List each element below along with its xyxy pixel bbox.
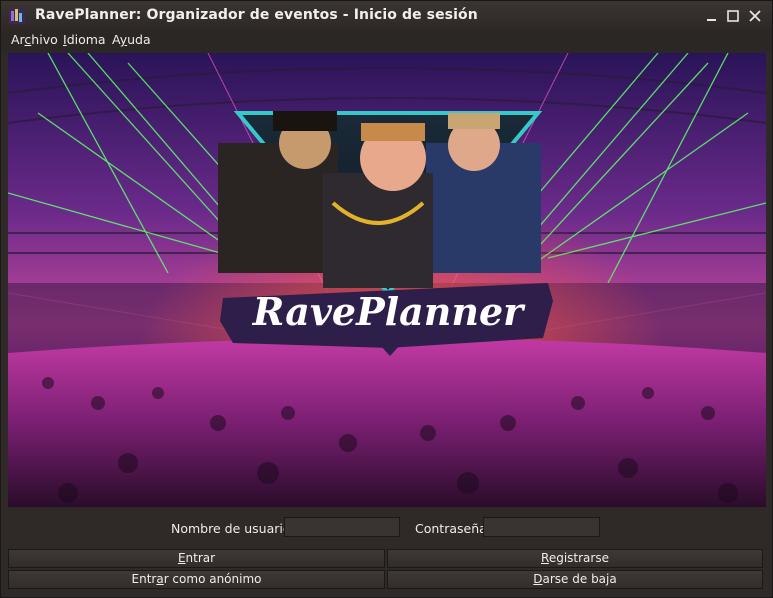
registrarse-button[interactable]: Registrarse — [387, 549, 763, 568]
menu-bar: Archivo Idioma Ayuda — [1, 31, 772, 53]
banner-image: RavePlanner — [8, 53, 766, 507]
banner-logo-text: RavePlanner — [252, 289, 526, 334]
username-input[interactable] — [284, 517, 400, 537]
password-label: Contraseña: — [415, 521, 491, 536]
password-input[interactable] — [483, 517, 600, 537]
login-form: Nombre de usuario: Contraseña: — [1, 515, 772, 541]
entrar-button[interactable]: Entrar — [8, 549, 385, 568]
entrar-anonimo-button[interactable]: Entrar como anónimo — [8, 570, 385, 589]
menu-ayuda[interactable]: Ayuda — [112, 32, 151, 47]
minimize-icon[interactable] — [704, 8, 720, 24]
app-window: RavePlanner: Organizador de eventos - In… — [0, 0, 773, 598]
menu-idioma[interactable]: Idioma — [63, 32, 106, 47]
menu-archivo[interactable]: Archivo — [11, 32, 58, 47]
darse-de-baja-button[interactable]: Darse de baja — [387, 570, 763, 589]
close-icon[interactable] — [747, 8, 763, 24]
app-icon — [9, 8, 25, 24]
maximize-icon[interactable] — [725, 8, 741, 24]
window-title: RavePlanner: Organizador de eventos - In… — [35, 7, 478, 23]
title-bar[interactable]: RavePlanner: Organizador de eventos - In… — [1, 1, 772, 32]
username-label: Nombre de usuario: — [171, 521, 295, 536]
